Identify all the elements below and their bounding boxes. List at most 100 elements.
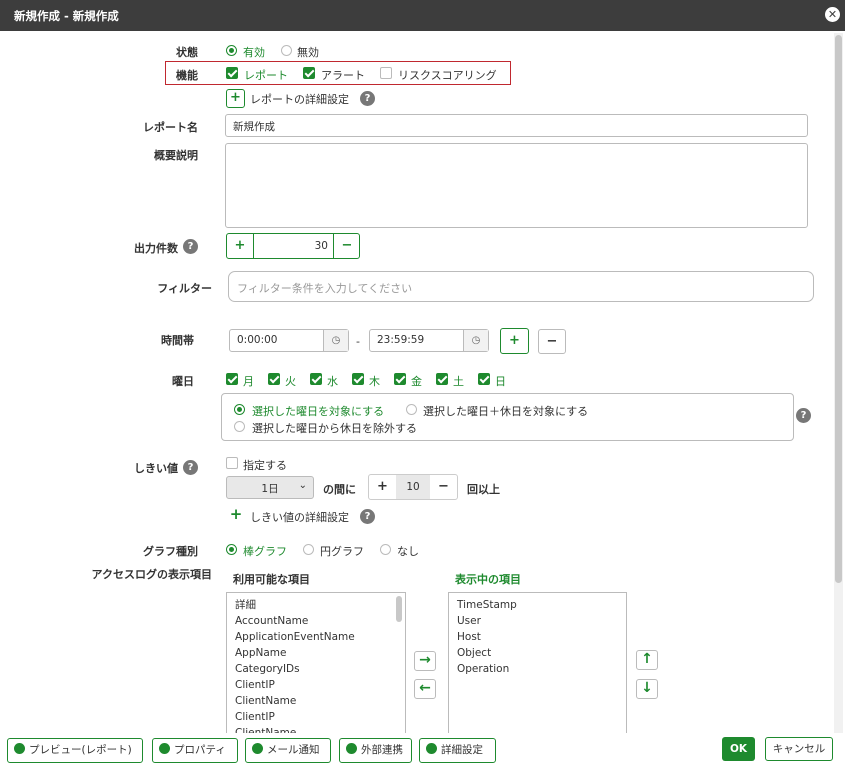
threshold-detail-label[interactable]: しきい値の詳細設定 [250,509,349,525]
threshold-times-label: 回以上 [467,483,500,496]
weekday-label-item: 土 [453,375,464,388]
property-label: プロパティ [174,744,226,756]
report-detail-plus-button[interactable]: + [226,89,245,108]
cancel-button[interactable]: キャンセル [765,737,833,761]
output-count-help-icon[interactable]: ? [183,239,198,254]
weekday-checkbox[interactable] [478,373,490,385]
feature-label: 機能 [176,69,198,82]
time-end-input[interactable]: 23:59:59 ◷ [369,329,489,352]
weekday-opt2-radio[interactable] [406,404,417,415]
weekday-opt1-label: 選択した曜日を対象にする [252,405,385,418]
time-start-value: 0:00:00 [237,334,278,346]
weekday-opt3-radio[interactable] [234,421,245,432]
mail-notify-button[interactable]: メール通知 [245,738,331,763]
list-item[interactable]: Host [449,629,626,645]
graph-none-label: なし [397,545,419,558]
list-item[interactable]: AppName [227,645,405,661]
status-disabled-radio[interactable] [281,45,292,56]
threshold-detail-plus-button[interactable]: + [227,507,245,525]
weekday-label-item: 月 [243,375,254,388]
move-left-button[interactable]: ← [414,679,436,699]
preview-report-button[interactable]: プレビュー(レポート) [7,738,143,763]
threshold-count-value[interactable]: 10 [396,475,430,499]
time-label: 時間帯 [161,334,194,347]
weekday-opt1-radio[interactable] [234,404,245,415]
list-item[interactable]: User [449,613,626,629]
shown-items-title: 表示中の項目 [455,573,521,586]
time-separator: - [356,335,360,348]
description-textarea[interactable] [225,143,808,228]
report-detail-label[interactable]: レポートの詳細設定 [250,91,349,107]
feature-report-checkbox[interactable] [226,67,238,79]
graph-type-label: グラフ種別 [143,545,198,558]
list-item[interactable]: 詳細 [227,597,405,613]
increment-button[interactable]: + [227,234,254,258]
list-item[interactable]: Operation [449,661,626,677]
output-count-stepper[interactable]: + 30 − [226,233,360,259]
move-right-button[interactable]: → [414,651,436,671]
threshold-help-icon[interactable]: ? [183,460,198,475]
time-start-input[interactable]: 0:00:00 ◷ [229,329,349,352]
clock-icon[interactable]: ◷ [463,330,488,351]
external-label: 外部連携 [361,744,403,756]
scrollbar[interactable] [834,33,843,733]
output-count-value[interactable]: 30 [255,240,328,252]
threshold-count-stepper[interactable]: + 10 − [368,474,458,500]
mail-label: メール通知 [267,744,320,756]
list-scrollbar-thumb[interactable] [396,596,402,622]
decrement-button[interactable]: − [430,475,457,499]
list-item[interactable]: Object [449,645,626,661]
list-item[interactable]: ClientIP [227,709,405,725]
move-down-button[interactable]: ↓ [636,679,658,699]
clock-icon[interactable]: ◷ [323,330,348,351]
graph-bar-radio[interactable] [226,544,237,555]
increment-button[interactable]: + [369,475,396,499]
list-item[interactable]: CategoryIDs [227,661,405,677]
threshold-specify-label: 指定する [243,459,287,472]
eye-icon [14,743,25,754]
weekday-help-icon[interactable]: ? [796,408,811,423]
time-remove-button[interactable]: − [538,329,566,354]
graph-pie-radio[interactable] [303,544,314,555]
chevron-down-icon: ⌄ [298,480,307,491]
report-name-input[interactable]: 新規作成 [225,114,808,137]
weekday-label-item: 木 [369,375,380,388]
detail-settings-button[interactable]: 詳細設定 [419,738,496,763]
weekday-checkbox[interactable] [268,373,280,385]
weekday-checkbox[interactable] [352,373,364,385]
available-items-list[interactable]: 詳細 AccountName ApplicationEventName AppN… [226,592,406,734]
list-item[interactable]: ApplicationEventName [227,629,405,645]
shown-items-list[interactable]: TimeStamp User Host Object Operation [448,592,627,734]
threshold-specify-checkbox[interactable] [226,457,238,469]
list-item[interactable]: ClientName [227,693,405,709]
decrement-button[interactable]: − [333,234,360,258]
graph-none-radio[interactable] [380,544,391,555]
threshold-period-select[interactable]: 1日 ⌄ [226,476,314,499]
weekday-checkbox[interactable] [436,373,448,385]
scrollbar-thumb[interactable] [835,35,842,583]
status-label: 状態 [176,46,198,59]
threshold-between-label: の間に [323,483,356,496]
close-icon[interactable]: ✕ [825,7,840,22]
weekday-options-box: 選択した曜日を対象にする 選択した曜日＋休日を対象にする 選択した曜日から休日を… [221,393,794,441]
list-item[interactable]: ClientIP [227,677,405,693]
property-button[interactable]: プロパティ [152,738,238,763]
time-add-button[interactable]: + [500,328,529,354]
ok-button[interactable]: OK [722,737,755,761]
list-item[interactable]: TimeStamp [449,597,626,613]
weekday-checkbox[interactable] [310,373,322,385]
feature-alert-checkbox[interactable] [303,67,315,79]
weekday-label-item: 金 [411,375,422,388]
status-disabled-label: 無効 [297,46,319,59]
weekday-checkbox[interactable] [394,373,406,385]
threshold-detail-help-icon[interactable]: ? [360,509,375,524]
weekday-checkbox[interactable] [226,373,238,385]
list-item[interactable]: AccountName [227,613,405,629]
move-up-button[interactable]: ↑ [636,650,658,670]
feature-report-label: レポート [244,69,288,82]
feature-risk-checkbox[interactable] [380,67,392,79]
filter-input[interactable]: フィルター条件を入力してください [228,271,814,302]
external-link-button[interactable]: 外部連携 [339,738,412,763]
report-detail-help-icon[interactable]: ? [360,91,375,106]
status-enabled-radio[interactable] [226,45,237,56]
